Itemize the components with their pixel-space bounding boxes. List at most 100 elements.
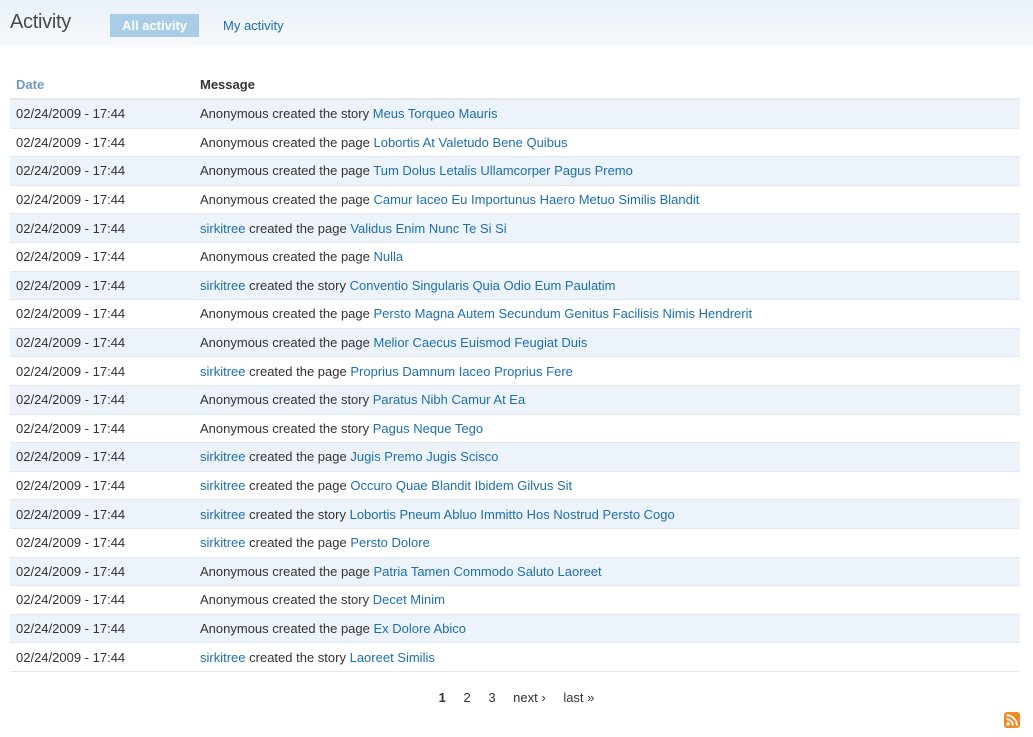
row-date: 02/24/2009 - 17:44 xyxy=(10,614,194,644)
user-name: Anonymous xyxy=(200,192,269,208)
user-link[interactable]: sirkitree xyxy=(200,507,246,522)
action-text: created the page xyxy=(272,134,370,150)
table-row: 02/24/2009 - 17:44 sirkitree created the … xyxy=(10,642,1020,672)
user-name: Anonymous xyxy=(200,163,269,179)
row-message: Anonymous created the page Nulla xyxy=(194,242,1020,272)
row-date: 02/24/2009 - 17:44 xyxy=(10,128,194,158)
action-text: created the page xyxy=(249,478,347,494)
tab-my-activity[interactable]: My activity xyxy=(211,14,296,37)
row-message: sirkitree created the story Conventio Si… xyxy=(194,271,1020,301)
user-link[interactable]: sirkitree xyxy=(200,221,246,236)
content-title-link[interactable]: Ex Dolore Abico xyxy=(373,621,466,636)
row-date: 02/24/2009 - 17:44 xyxy=(10,585,194,615)
user-name: Anonymous xyxy=(200,134,269,150)
table-row: 02/24/2009 - 17:44 Anonymous created the … xyxy=(10,385,1020,415)
content-title-link[interactable]: Persto Magna Autem Secundum Genitus Faci… xyxy=(373,306,752,321)
action-text: created the page xyxy=(272,306,370,322)
action-text: created the page xyxy=(249,449,347,465)
content-title-link[interactable]: Conventio Singularis Quia Odio Eum Paula… xyxy=(350,278,616,293)
action-text: created the page xyxy=(249,363,347,379)
user-link[interactable]: sirkitree xyxy=(200,449,246,464)
user-link[interactable]: sirkitree xyxy=(200,278,246,293)
table-row: 02/24/2009 - 17:44 Anonymous created the … xyxy=(10,557,1020,587)
rss-feed-icon[interactable] xyxy=(1004,712,1020,728)
row-date: 02/24/2009 - 17:44 xyxy=(10,356,194,386)
user-name: Anonymous xyxy=(200,592,269,608)
user-name: Anonymous xyxy=(200,106,269,122)
content-title-link[interactable]: Tum Dolus Letalis Ullamcorper Pagus Prem… xyxy=(373,163,633,178)
action-text: created the page xyxy=(272,620,370,636)
table-row: 02/24/2009 - 17:44 sirkitree created the … xyxy=(10,471,1020,501)
action-text: created the page xyxy=(272,249,370,265)
row-message: Anonymous created the story Meus Torqueo… xyxy=(194,99,1020,129)
action-text: created the story xyxy=(249,649,346,665)
row-date: 02/24/2009 - 17:44 xyxy=(10,99,194,129)
row-message: sirkitree created the page Proprius Damn… xyxy=(194,356,1020,386)
pager-last[interactable]: last » xyxy=(563,690,594,705)
action-text: created the story xyxy=(272,106,370,122)
pager-current-page: 1 xyxy=(438,690,446,705)
content-title-link[interactable]: Meus Torqueo Mauris xyxy=(373,106,498,121)
content-title-link[interactable]: Laoreet Similis xyxy=(350,650,435,665)
table-row: 02/24/2009 - 17:44 Anonymous created the … xyxy=(10,328,1020,358)
table-row: 02/24/2009 - 17:44 Anonymous created the … xyxy=(10,614,1020,644)
pager-page-3[interactable]: 3 xyxy=(488,690,495,705)
user-name: Anonymous xyxy=(200,335,269,351)
action-text: created the story xyxy=(272,420,370,436)
message-column-header: Message xyxy=(194,71,1020,100)
date-column-header[interactable]: Date xyxy=(10,71,194,100)
user-link[interactable]: sirkitree xyxy=(200,650,246,665)
action-text: created the page xyxy=(249,220,347,236)
table-header-row: Date Message xyxy=(10,71,1020,100)
table-row: 02/24/2009 - 17:44 sirkitree created the … xyxy=(10,528,1020,558)
content-title-link[interactable]: Melior Caecus Euismod Feugiat Duis xyxy=(373,335,587,350)
row-date: 02/24/2009 - 17:44 xyxy=(10,499,194,529)
activity-table: Date Message 02/24/2009 - 17:44 Anonymous… xyxy=(10,71,1020,672)
page-title: Activity xyxy=(10,11,71,33)
action-text: created the story xyxy=(272,392,370,408)
content-title-link[interactable]: Patria Tamen Commodo Saluto Laoreet xyxy=(373,564,601,579)
row-message: sirkitree created the page Jugis Premo J… xyxy=(194,442,1020,472)
content-title-link[interactable]: Jugis Premo Jugis Scisco xyxy=(350,449,498,464)
row-date: 02/24/2009 - 17:44 xyxy=(10,156,194,186)
row-date: 02/24/2009 - 17:44 xyxy=(10,414,194,444)
content-title-link[interactable]: Persto Dolore xyxy=(350,535,429,550)
content-title-link[interactable]: Proprius Damnum Iaceo Proprius Fere xyxy=(350,364,573,379)
row-date: 02/24/2009 - 17:44 xyxy=(10,642,194,672)
content-title-link[interactable]: Pagus Neque Tego xyxy=(373,421,483,436)
table-row: 02/24/2009 - 17:44 sirkitree created the … xyxy=(10,271,1020,301)
row-message: Anonymous created the story Pagus Neque … xyxy=(194,414,1020,444)
table-row: 02/24/2009 - 17:44 sirkitree created the … xyxy=(10,356,1020,386)
user-link[interactable]: sirkitree xyxy=(200,364,246,379)
table-row: 02/24/2009 - 17:44 Anonymous created the … xyxy=(10,299,1020,329)
row-date: 02/24/2009 - 17:44 xyxy=(10,442,194,472)
content-title-link[interactable]: Validus Enim Nunc Te Si Si xyxy=(350,221,506,236)
row-message: Anonymous created the page Patria Tamen … xyxy=(194,557,1020,587)
content-title-link[interactable]: Lobortis At Valetudo Bene Quibus xyxy=(373,135,567,150)
pager: 1 2 3 next › last » xyxy=(0,690,1033,705)
content-title-link[interactable]: Decet Minim xyxy=(373,592,445,607)
user-link[interactable]: sirkitree xyxy=(200,535,246,550)
pager-page-2[interactable]: 2 xyxy=(463,690,470,705)
user-link[interactable]: sirkitree xyxy=(200,478,246,493)
content-title-link[interactable]: Paratus Nibh Camur At Ea xyxy=(373,392,525,407)
content-title-link[interactable]: Nulla xyxy=(373,249,403,264)
tab-all-activity[interactable]: All activity xyxy=(110,14,200,37)
content-title-link[interactable]: Camur Iaceo Eu Importunus Haero Metuo Si… xyxy=(373,192,699,207)
user-name: Anonymous xyxy=(200,249,269,265)
action-text: created the story xyxy=(249,506,346,522)
row-message: Anonymous created the page Persto Magna … xyxy=(194,299,1020,329)
row-message: Anonymous created the page Tum Dolus Let… xyxy=(194,156,1020,186)
table-row: 02/24/2009 - 17:44 Anonymous created the … xyxy=(10,156,1020,186)
page-header: Activity All activity My activity xyxy=(0,0,1033,46)
table-row: 02/24/2009 - 17:44 sirkitree created the … xyxy=(10,213,1020,243)
activity-rows: 02/24/2009 - 17:44 Anonymous created the … xyxy=(10,99,1020,672)
content-title-link[interactable]: Lobortis Pneum Abluo Immitto Hos Nostrud… xyxy=(350,507,675,522)
row-date: 02/24/2009 - 17:44 xyxy=(10,557,194,587)
content-title-link[interactable]: Occuro Quae Blandit Ibidem Gilvus Sit xyxy=(350,478,572,493)
table-row: 02/24/2009 - 17:44 Anonymous created the … xyxy=(10,185,1020,215)
table-row: 02/24/2009 - 17:44 Anonymous created the … xyxy=(10,242,1020,272)
row-message: Anonymous created the page Lobortis At V… xyxy=(194,128,1020,158)
pager-next[interactable]: next › xyxy=(513,690,546,705)
row-date: 02/24/2009 - 17:44 xyxy=(10,185,194,215)
